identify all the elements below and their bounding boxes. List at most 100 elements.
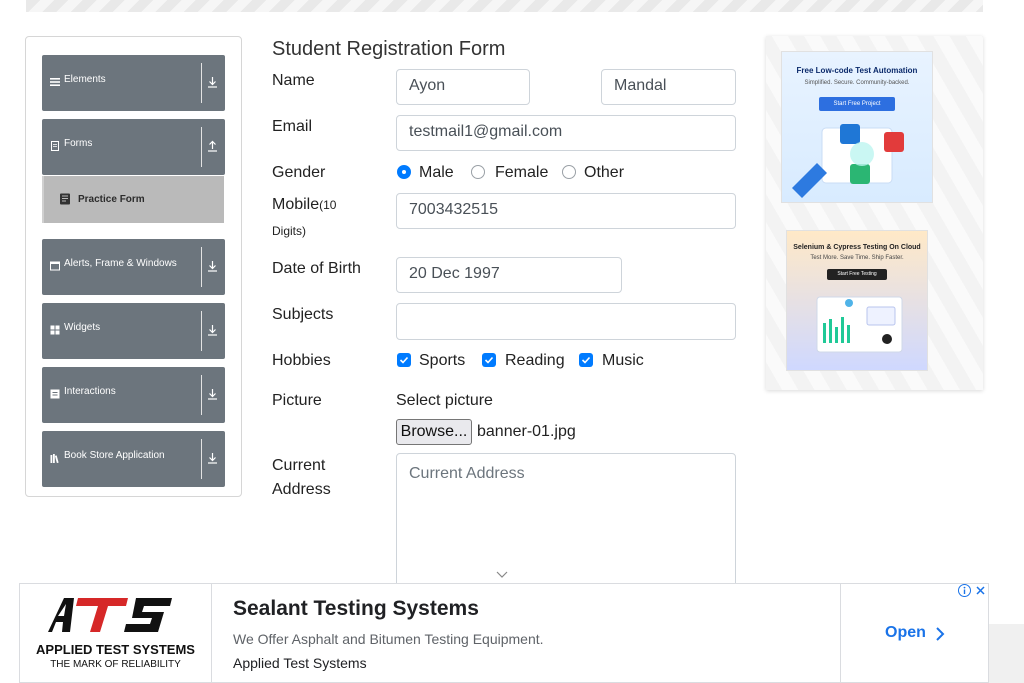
grid-icon (50, 325, 60, 335)
ad-cta-button[interactable]: Start Free Project (819, 97, 895, 111)
upload-arrow-icon[interactable] (206, 139, 219, 153)
current-address-label-line1: Current (272, 457, 326, 474)
gender-other-radio[interactable] (562, 165, 576, 179)
ad-open-area[interactable]: Open (840, 584, 989, 682)
ad-headline[interactable]: Sealant Testing Systems (233, 597, 479, 621)
ad-subtitle: Simplified. Secure. Community-backed. (804, 80, 910, 86)
gender-label: Gender (272, 164, 326, 181)
window-icon (50, 261, 60, 271)
books-icon (50, 454, 59, 463)
ad-low-code-automation[interactable]: Free Low-code Test Automation Simplified… (781, 51, 933, 203)
divider (201, 311, 202, 351)
gender-male-radio[interactable] (397, 165, 411, 179)
date-of-birth-input[interactable]: 20 Dec 1997 (396, 257, 622, 293)
ad-description: We Offer Asphalt and Bitumen Testing Equ… (233, 631, 544, 647)
gender-other-label[interactable]: Other (584, 164, 624, 182)
ad-logo-name: APPLIED TEST SYSTEMS (36, 642, 195, 657)
divider (201, 63, 202, 103)
select-picture-label: Select picture (396, 392, 493, 409)
check-icon (399, 356, 409, 364)
check-icon (581, 356, 591, 364)
sidebar-group-label: Widgets (64, 322, 101, 333)
email-input[interactable]: testmail1@gmail.com (396, 115, 736, 151)
gender-male-label[interactable]: Male (419, 164, 454, 182)
mobile-hint-label: Digits) (272, 222, 306, 240)
ad-illustration-image (792, 124, 904, 198)
mobile-hint-2: Digits) (272, 224, 307, 238)
sidebar-group-label: Forms (64, 138, 93, 149)
top-ad-banner (26, 0, 983, 12)
mobile-hint-1: (10 (319, 198, 337, 212)
hobbies-label: Hobbies (272, 352, 331, 369)
sidebar-item-label: Practice Form (78, 194, 145, 205)
hobby-music-label[interactable]: Music (602, 352, 644, 370)
gender-female-label[interactable]: Female (495, 164, 548, 182)
subjects-input[interactable] (396, 303, 736, 340)
subjects-label: Subjects (272, 306, 334, 323)
last-name-input[interactable]: Mandal (601, 69, 736, 105)
sidebar-group-book-store-application[interactable]: Book Store Application (42, 431, 225, 487)
download-arrow-icon[interactable] (206, 451, 219, 465)
sidebar-group-widgets[interactable]: Widgets (42, 303, 225, 359)
bottom-ad-banner[interactable]: APPLIED TEST SYSTEMS THE MARK OF RELIABI… (19, 583, 989, 683)
mobile-label-text: Mobile (272, 196, 320, 213)
sidebar-item-practice-form[interactable]: Practice Form (42, 176, 224, 223)
ad-title: Selenium & Cypress Testing On Cloud (793, 244, 921, 251)
name-label: Name (272, 72, 315, 89)
page-title: Student Registration Form (272, 38, 506, 60)
sidebar-group-forms[interactable]: Forms (42, 119, 225, 175)
ad-subtitle: Test More. Save Time. Ship Faster. (810, 255, 904, 261)
ad-cta-button[interactable]: Start Free Testing (827, 269, 887, 280)
divider (201, 375, 202, 415)
chevron-down-icon[interactable] (496, 571, 508, 579)
divider (201, 439, 202, 479)
ad-dashboard-image (816, 296, 903, 353)
hobby-sports-label[interactable]: Sports (419, 352, 465, 370)
hobby-reading-label[interactable]: Reading (505, 352, 565, 370)
form-icon (60, 193, 70, 205)
sidebar-group-alerts-frame-windows[interactable]: Alerts, Frame & Windows (42, 239, 225, 295)
sidebar-group-label: Alerts, Frame & Windows (64, 258, 177, 269)
sidebar-group-elements[interactable]: Elements (42, 55, 225, 111)
current-address-textarea[interactable]: Current Address (396, 453, 736, 593)
file-icon (51, 141, 59, 151)
download-arrow-icon[interactable] (206, 75, 219, 89)
ad-open-button[interactable]: Open (885, 624, 926, 642)
sidebar-group-label: Book Store Application (64, 450, 165, 461)
ad-logo-tagline: THE MARK OF RELIABILITY (50, 659, 181, 670)
dob-label: Date of Birth (272, 260, 361, 277)
download-arrow-icon[interactable] (206, 387, 219, 401)
ad-close-icon[interactable] (974, 584, 987, 597)
sidebar-group-interactions[interactable]: Interactions (42, 367, 225, 423)
sidebar: Elements Forms Practice Form Alerts, Fra… (25, 36, 242, 497)
hobby-sports-checkbox[interactable] (397, 353, 411, 367)
hobby-music-checkbox[interactable] (579, 353, 593, 367)
ad-logo-area: APPLIED TEST SYSTEMS THE MARK OF RELIABI… (20, 584, 212, 682)
hobby-reading-checkbox[interactable] (482, 353, 496, 367)
square-icon (50, 389, 60, 399)
ad-advertiser: Applied Test Systems (233, 655, 367, 671)
list-icon (50, 78, 60, 86)
ats-logo-icon (48, 598, 172, 632)
mobile-label: Mobile(10 (272, 196, 336, 214)
current-address-placeholder: Current Address (409, 465, 525, 482)
sidebar-group-label: Interactions (64, 386, 116, 397)
ad-selenium-cypress[interactable]: Selenium & Cypress Testing On Cloud Test… (786, 230, 928, 371)
current-address-label-line2: Address (272, 481, 331, 498)
first-name-input[interactable]: Ayon (396, 69, 530, 105)
divider (201, 127, 202, 167)
gender-female-radio[interactable] (471, 165, 485, 179)
check-icon (484, 356, 494, 364)
mobile-input[interactable]: 7003432515 (396, 193, 736, 229)
picture-label: Picture (272, 392, 322, 409)
ad-title: Free Low-code Test Automation (796, 66, 918, 75)
browse-button[interactable]: Browse... (396, 419, 472, 445)
divider (201, 247, 202, 287)
email-label: Email (272, 118, 313, 135)
ad-info-icon[interactable] (958, 584, 971, 597)
download-arrow-icon[interactable] (206, 259, 219, 273)
download-arrow-icon[interactable] (206, 323, 219, 337)
page-edge-strip (989, 624, 1024, 683)
sidebar-group-label: Elements (64, 74, 106, 85)
chevron-right-icon[interactable] (935, 626, 945, 642)
